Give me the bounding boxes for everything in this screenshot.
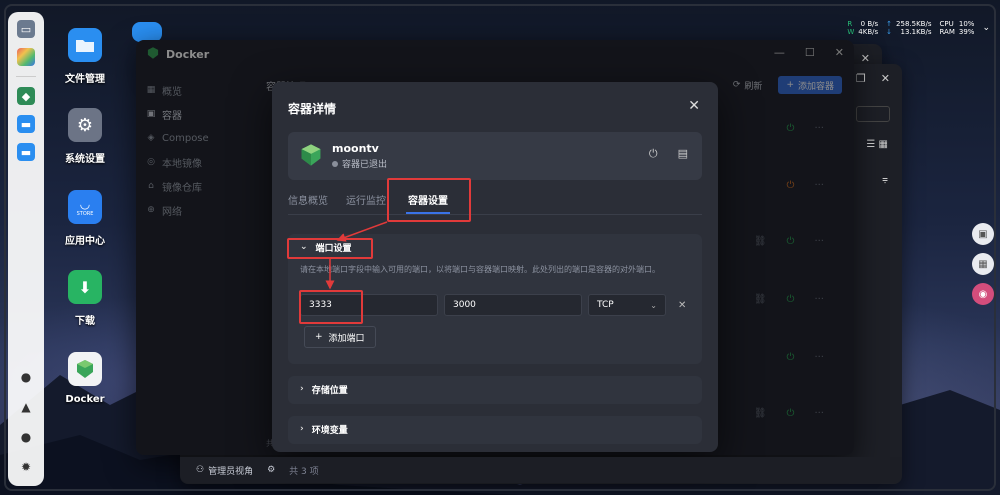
resource-usage: CPU RAM 10% 39% [939,20,974,36]
dock-divider [16,76,36,77]
admin-view-label: 管理员视角 [208,466,254,477]
container-actions: ⏻ ▤ [649,147,688,161]
close-icon[interactable]: ✕ [688,98,700,114]
desktop-icon-files[interactable]: 文件管理 [45,28,125,85]
modal-tabs: 信息概览 运行监控 容器设置 [288,192,456,214]
upload-arrow-icon: ↑ [886,20,893,28]
desktop-icon-download[interactable]: ⬇ 下载 [45,270,125,327]
tab-settings[interactable]: 容器设置 [406,192,450,214]
widgets-icon[interactable]: ▦ [972,253,994,275]
info-icon[interactable]: ● [17,368,35,386]
container-status: 容器已退出 [332,157,387,170]
tab-overview[interactable]: 信息概览 [288,192,340,214]
desktop-icon-label: 下载 [75,316,95,327]
user-icon[interactable]: ● [17,428,35,446]
container-app-icon [298,142,324,168]
folder-icon [132,22,162,42]
desktop-icon-label: 应用中心 [65,236,105,247]
host-port-input[interactable]: 3333 [300,294,438,316]
env-section-header[interactable]: › 环境变量 [288,416,702,442]
log-icon[interactable]: ▤ [678,147,688,161]
storage-section-header[interactable]: › 存储位置 [288,376,702,402]
chevron-right-icon: › [300,424,304,434]
download-value: 13.1KB/s [900,28,932,36]
write-label: W [847,28,855,36]
port-mapping-row: 3333 3000 TCP ⌄ ✕ [300,294,686,316]
folder-icon [68,28,102,62]
chevron-down-icon: ⌄ [650,300,657,310]
folder-dock-icon[interactable]: ▬ [17,143,35,161]
desktop-icon-label: 文件管理 [65,74,105,85]
desktop-icon-label: Docker [65,394,105,405]
read-label: R [847,20,853,28]
modal-title: 容器详情 [288,102,337,116]
desktop-icon-appcenter[interactable]: ◡ STORE 应用中心 [45,190,125,247]
add-port-button[interactable]: + 添加端口 [304,326,376,348]
left-dock: ▭ ◆ ▬ ▬ ● ▲ ● ✹ [8,12,44,486]
chevron-down-icon: ⌄ [300,242,308,252]
read-value: 0 B/s [860,20,879,28]
tab-divider [288,214,702,215]
desktop-icon-docker[interactable]: Docker [45,352,125,405]
power-icon[interactable]: ⏻ [649,147,658,161]
container-card: moontv 容器已退出 ⏻ ▤ [288,132,702,180]
add-port-label: 添加端口 [328,333,365,344]
search-input[interactable] [856,106,890,122]
ram-value: 39% [958,28,975,36]
cpu-label: CPU [939,20,954,28]
container-status-text: 容器已退出 [342,160,388,170]
store-icon-text: STORE [76,211,94,217]
list-view-icon[interactable]: ☰ ▦ [866,139,888,150]
status-dot [332,160,338,167]
gear-icon[interactable]: ✹ [17,458,35,476]
download-icon: ⬇ [68,270,102,304]
desktop-icon-label: 系统设置 [65,154,105,165]
chevron-right-icon: › [300,384,304,394]
plus-icon: + [315,332,323,342]
docker-dock-icon[interactable]: ◆ [17,87,35,105]
remove-port-icon[interactable]: ✕ [678,300,686,311]
port-settings-section: ⌄ 端口设置 请在本地端口字段中输入可用的端口，以将端口与容器端口映射。此处列出… [288,234,702,364]
tab-monitor[interactable]: 运行监控 [346,192,398,214]
gift-icon[interactable]: ▣ [972,223,994,245]
filter-icon[interactable]: ⩦ [882,174,888,185]
write-value: 4KB/s [858,28,879,36]
chevron-down-icon[interactable]: ⌄ [982,20,990,36]
settings-gear-icon: ⚙ [68,108,102,142]
storage-section[interactable]: › 存储位置 [288,376,702,404]
admin-view-toggle[interactable]: ⚇ 管理员视角 [196,464,253,477]
protocol-value: TCP [597,300,614,310]
upload-value: 258.5KB/s [896,20,932,28]
files-dock-icon[interactable]: ▬ [17,115,35,133]
store-icon: ◡ STORE [68,190,102,224]
storage-section-title: 存储位置 [311,385,348,396]
env-section[interactable]: › 环境变量 [288,416,702,444]
system-status: RW 0 B/s 4KB/s ↑ ↓ 258.5KB/s 13.1KB/s CPU RA… [847,20,990,36]
port-section-description: 请在本地端口字段中输入可用的端口，以将端口与容器端口映射。此处列出的端口是容器的… [300,265,660,274]
close-icon[interactable]: ✕ [881,72,890,85]
cpu-value: 10% [958,20,975,28]
network-io: ↑ ↓ 258.5KB/s 13.1KB/s [886,20,931,36]
env-section-title: 环境变量 [311,425,348,436]
item-count: 共 3 项 [289,466,319,477]
port-section-title: 端口设置 [315,243,352,254]
port-section-header[interactable]: ⌄ 端口设置 [288,234,702,260]
user-switch-icon: ⚇ [196,465,205,475]
app-grid-icon[interactable] [17,48,35,66]
download-arrow-icon: ↓ [886,28,893,36]
bell-icon[interactable]: ▲ [17,398,35,416]
assistant-icon[interactable]: ◉ [972,283,994,305]
container-port-input[interactable]: 3000 [444,294,582,316]
restore-icon[interactable]: ❐ [856,72,866,85]
monitor-icon[interactable]: ▭ [17,20,35,38]
bottom-bar: ⚇ 管理员视角 ⚙ 共 3 项 [180,457,902,483]
settings-icon[interactable]: ⚙ [267,465,275,475]
container-detail-modal: 容器详情 ✕ moontv 容器已退出 ⏻ ▤ 信息概览 运行监控 容器设置 ⌄… [272,82,718,452]
disk-io: RW 0 B/s 4KB/s [847,20,878,36]
protocol-select[interactable]: TCP ⌄ [588,294,666,316]
container-name: moontv [332,142,379,155]
desktop-icon-settings[interactable]: ⚙ 系统设置 [45,108,125,165]
docker-icon [68,352,102,386]
ram-label: RAM [939,28,955,36]
